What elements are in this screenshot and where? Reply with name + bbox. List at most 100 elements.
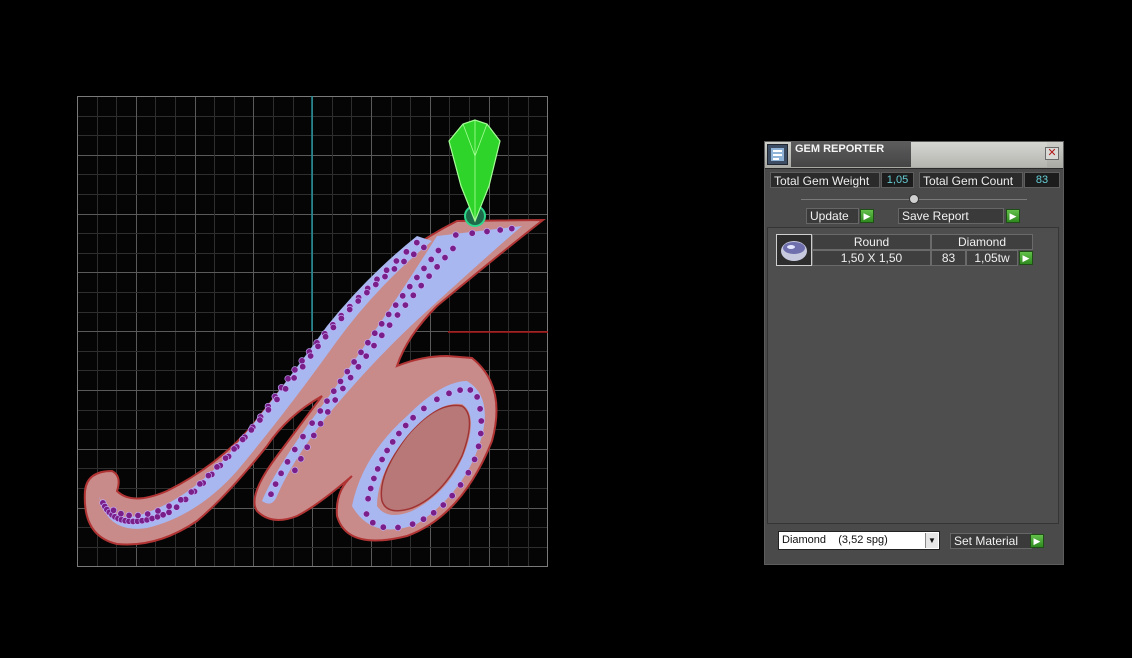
pave-gem — [430, 509, 438, 517]
pave-gem — [395, 429, 403, 437]
total-gem-count-value: 83 — [1024, 172, 1060, 188]
pave-gem — [165, 508, 173, 516]
pave-gem — [475, 442, 483, 450]
pave-gem — [433, 263, 441, 271]
pave-gem — [165, 502, 173, 510]
pave-gem — [290, 374, 298, 382]
pave-gem — [420, 243, 428, 251]
pave-gem — [464, 469, 472, 477]
pave-gem — [483, 228, 491, 236]
pave-gem — [324, 408, 332, 416]
round-gem-icon[interactable] — [776, 234, 812, 266]
pave-gem — [144, 510, 152, 518]
pave-gem — [204, 472, 212, 480]
total-gem-weight-value: 1,05 — [881, 172, 914, 188]
save-report-button[interactable]: Save Report — [898, 208, 1004, 224]
gem-reporter-panel: GEM REPORTER ✕ Total Gem Weight 1,05 Tot… — [764, 141, 1064, 565]
pave-gem — [410, 250, 418, 258]
3d-viewport[interactable] — [77, 96, 548, 567]
pave-gem — [402, 248, 410, 256]
pave-gem — [400, 258, 408, 266]
pave-gem — [385, 310, 393, 318]
collapse-toggle-icon[interactable] — [909, 194, 919, 204]
pave-gem — [134, 511, 142, 519]
pave-gem — [473, 393, 481, 401]
pave-gem — [347, 374, 355, 382]
pave-gem — [477, 417, 485, 425]
gem-row-go-icon[interactable]: ▶ — [1019, 251, 1033, 265]
pave-gem — [339, 384, 347, 392]
pave-gem — [299, 433, 307, 441]
pave-gem — [399, 292, 407, 300]
pave-gem — [314, 342, 322, 350]
pave-gem — [370, 342, 378, 350]
pave-gem — [378, 331, 386, 339]
pave-gem — [222, 454, 230, 462]
chevron-down-icon[interactable]: ▼ — [925, 533, 938, 548]
pave-gem — [196, 480, 204, 488]
pave-gem — [392, 301, 400, 309]
pave-gem — [383, 266, 391, 274]
pave-gem — [303, 443, 311, 451]
pave-gem — [370, 474, 378, 482]
pave-gem — [379, 523, 387, 531]
pave-gem — [449, 245, 457, 253]
pave-gem — [310, 431, 318, 439]
viewport-scene[interactable] — [77, 96, 548, 567]
bail-group[interactable] — [448, 119, 501, 227]
pave-gem — [336, 377, 344, 385]
gem-material-cell: Diamond — [931, 234, 1033, 250]
pave-gem — [267, 490, 275, 498]
pave-gem — [434, 247, 442, 255]
total-gem-weight-label: Total Gem Weight — [770, 172, 880, 188]
pave-gem — [291, 466, 299, 474]
pave-gem — [392, 257, 400, 265]
pave-gem — [354, 363, 362, 371]
pave-gem — [299, 363, 307, 371]
pave-gem — [284, 458, 292, 466]
pave-gem — [187, 488, 195, 496]
pave-gem — [264, 406, 272, 414]
pave-gem — [154, 507, 162, 515]
pave-gem — [381, 273, 389, 281]
pave-gem — [117, 510, 125, 518]
pave-gem — [330, 387, 338, 395]
pave-gem — [406, 283, 414, 291]
pave-gem — [401, 301, 409, 309]
pave-gem — [272, 480, 280, 488]
pave-gem — [441, 254, 449, 262]
pave-gem — [297, 455, 305, 463]
pave-gem — [471, 455, 479, 463]
pave-gem — [230, 445, 238, 453]
pendant-letter-m[interactable] — [83, 218, 546, 546]
pave-gem — [477, 429, 485, 437]
pave-gem — [277, 469, 285, 477]
panel-titlebar[interactable]: GEM REPORTER ✕ — [765, 142, 1063, 169]
pave-gem — [417, 282, 425, 290]
update-button[interactable]: Update — [806, 208, 859, 224]
close-icon[interactable]: ✕ — [1045, 147, 1059, 160]
pave-gem — [413, 239, 421, 247]
pave-gem — [317, 420, 325, 428]
update-go-icon[interactable]: ▶ — [860, 209, 874, 223]
pave-gem — [402, 421, 410, 429]
pave-gem — [316, 407, 324, 415]
pave-gem — [354, 297, 362, 305]
save-report-go-icon[interactable]: ▶ — [1006, 209, 1020, 223]
pave-gem — [364, 339, 372, 347]
pave-gem — [425, 272, 433, 280]
pave-gem — [291, 445, 299, 453]
pave-gem — [362, 510, 370, 518]
material-select[interactable]: Diamond (3,52 spg) ▼ — [778, 531, 940, 550]
pave-gem — [433, 395, 441, 403]
pave-gem — [323, 397, 331, 405]
bail-gem — [448, 119, 501, 223]
pave-gem — [496, 226, 504, 234]
gem-weight-cell: 1,05tw — [966, 250, 1018, 266]
pendant-metal-body — [83, 218, 546, 546]
gem-report-list[interactable]: Round Diamond 1,50 X 1,50 83 1,05tw ▶ — [767, 227, 1059, 524]
pave-gem — [367, 484, 375, 492]
set-material-go-icon[interactable]: ▶ — [1030, 534, 1044, 548]
pave-gem — [109, 506, 117, 514]
set-material-button[interactable]: Set Material — [950, 533, 1032, 549]
